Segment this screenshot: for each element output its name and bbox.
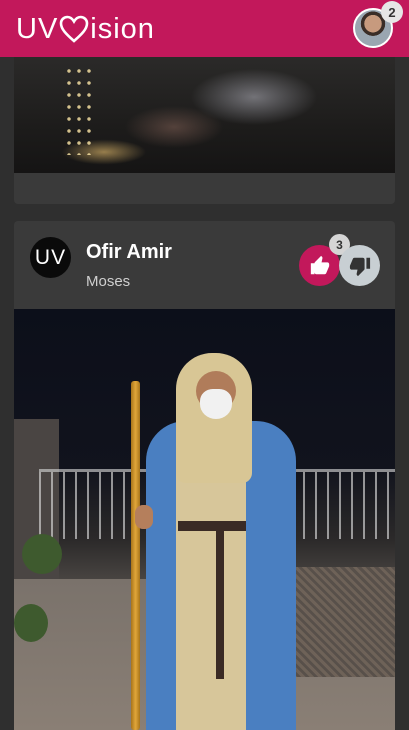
notification-badge: 2 (381, 1, 403, 23)
logo-text-right: ision (90, 12, 155, 45)
user-avatar-button[interactable]: 2 (353, 1, 403, 48)
app-logo[interactable]: UV ision (16, 12, 155, 46)
thumbs-up-icon (310, 255, 329, 274)
heart-icon (59, 15, 89, 43)
previous-post-card (14, 57, 395, 204)
thumbs-down-icon (349, 257, 370, 276)
logo-text-left: UV (16, 12, 59, 45)
string-lights-decoration (64, 65, 94, 155)
previous-post-photo (14, 57, 395, 173)
dislike-button[interactable] (339, 245, 380, 286)
photo-plant (22, 534, 62, 574)
photo-person (135, 353, 298, 730)
author-name: Ofir Amir (86, 241, 172, 263)
top-app-bar: UV ision 2 (0, 0, 409, 57)
photo-plant (14, 604, 48, 642)
author-avatar: UV (30, 237, 71, 278)
costume-name: Moses (86, 273, 131, 290)
post-card: UV Ofir Amir Moses 3 (14, 221, 395, 730)
post-photo (14, 309, 395, 730)
